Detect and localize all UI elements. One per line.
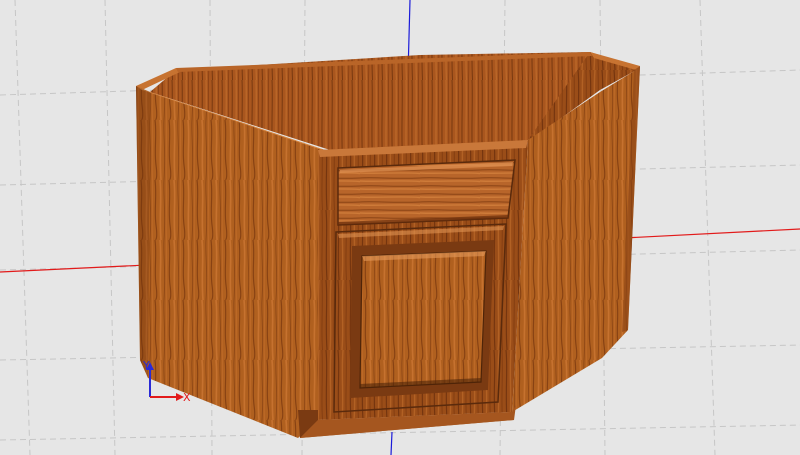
raised-panel-door[interactable] — [333, 223, 507, 413]
triad-y-label: Y — [142, 359, 150, 372]
triad-x-label: X — [183, 391, 191, 404]
corner-base-cabinet[interactable] — [136, 52, 640, 438]
3d-viewport[interactable]: Y X — [0, 0, 800, 455]
scene-canvas[interactable]: Y X — [0, 0, 800, 455]
drawer-front[interactable] — [337, 159, 516, 226]
door-center-panel — [359, 250, 487, 389]
